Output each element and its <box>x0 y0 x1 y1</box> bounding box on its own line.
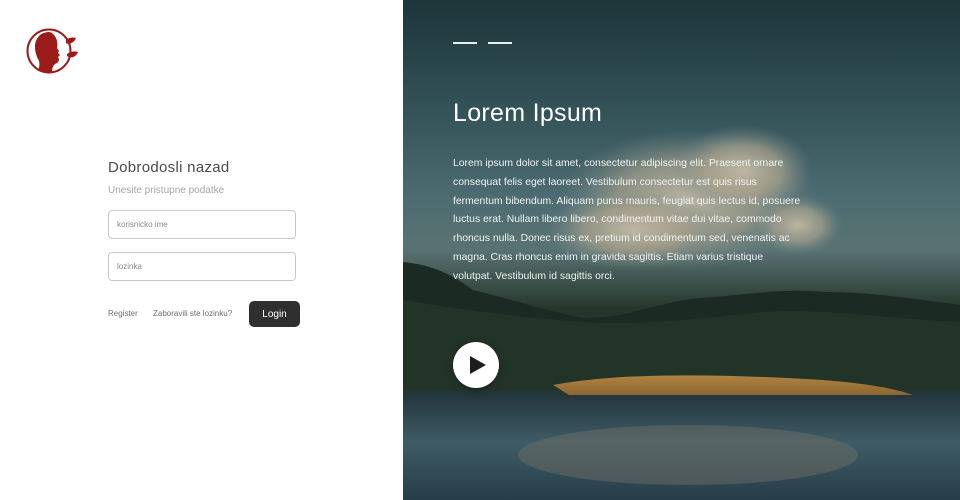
login-form: Dobrodosli nazad Unesite pristupne podat… <box>108 158 300 327</box>
register-link[interactable]: Register <box>108 309 138 318</box>
play-icon <box>470 356 486 374</box>
login-panel: Dobrodosli nazad Unesite pristupne podat… <box>0 0 403 500</box>
hero-description: Lorem ipsum dolor sit amet, consectetur … <box>453 158 801 282</box>
slide-indicator-1[interactable] <box>453 42 477 44</box>
login-button[interactable]: Login <box>249 301 300 327</box>
forgot-password-link[interactable]: Zaboravili ste lozinku? <box>153 309 232 318</box>
login-actions: Register Zaboravili ste lozinku? Login <box>108 301 300 327</box>
slide-indicator-2[interactable] <box>488 42 512 44</box>
login-title: Dobrodosli nazad <box>108 159 230 176</box>
face-leaf-logo-icon <box>26 26 80 76</box>
hero-title: Lorem Ipsum <box>453 99 603 127</box>
password-input[interactable] <box>108 252 296 281</box>
hero-panel: Lorem Ipsum Lorem ipsum dolor sit amet, … <box>403 0 960 500</box>
username-input[interactable] <box>108 210 296 239</box>
login-subtitle: Unesite pristupne podatke <box>108 185 225 196</box>
play-video-button[interactable] <box>453 342 499 388</box>
